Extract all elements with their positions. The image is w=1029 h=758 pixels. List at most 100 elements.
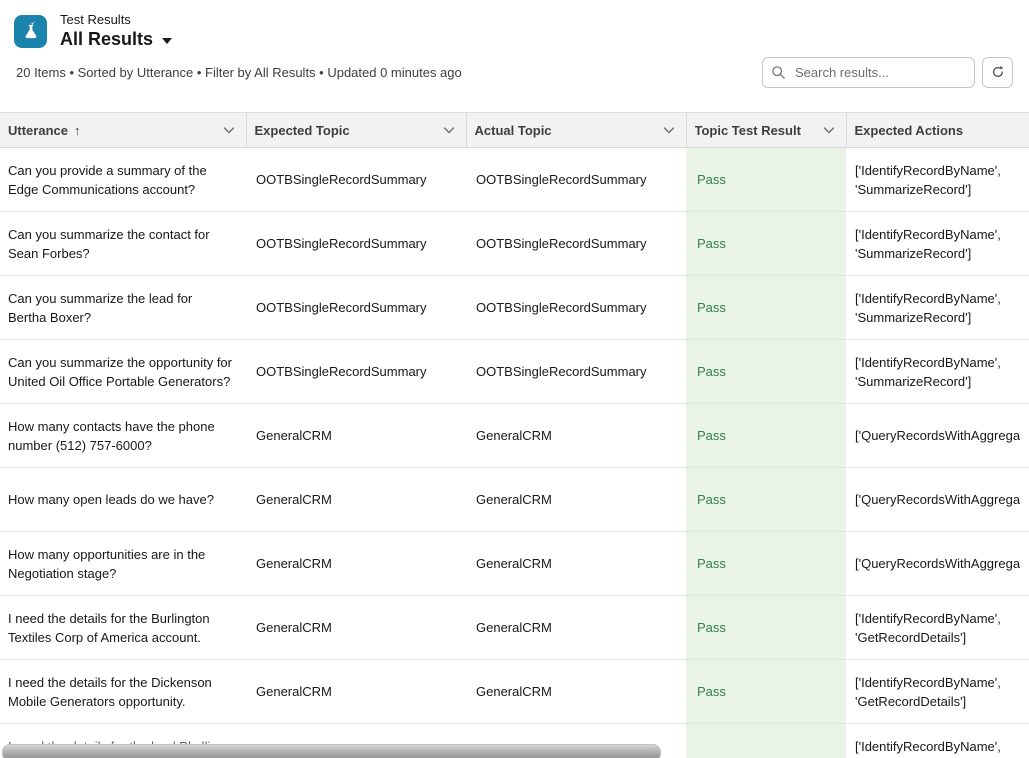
cell-utterance-text: How many opportunities are in the Negoti… (8, 547, 205, 581)
table-row: Can you provide a summary of the Edge Co… (0, 148, 1029, 212)
refresh-button[interactable] (982, 57, 1013, 88)
cell-utterance: Can you summarize the contact for Sean F… (0, 212, 246, 276)
search-input[interactable] (793, 64, 966, 81)
cell-expected-topic: OOTBSingleRecordSummary (246, 276, 466, 340)
chevron-down-icon[interactable] (442, 123, 456, 137)
page-header: Test Results All Results 20 Items • Sort… (0, 0, 1029, 101)
cell-expected-actions: ['IdentifyRecordByName', 'SummarizeRecor… (846, 212, 1029, 276)
cell-topic-test-result: Pass (686, 468, 846, 532)
view-selector[interactable]: All Results (60, 28, 172, 51)
search-box[interactable] (762, 57, 975, 88)
cell-topic-test-result-text: Pass (697, 364, 726, 379)
cell-topic-test-result-text: Pass (697, 300, 726, 315)
title-row: Test Results All Results (14, 12, 1013, 51)
refresh-icon (990, 64, 1006, 80)
cell-utterance: Can you provide a summary of the Edge Co… (0, 148, 246, 212)
column-label: Actual Topic (475, 123, 552, 138)
cell-utterance: How many open leads do we have? (0, 468, 246, 532)
cell-expected-topic: GeneralCRM (246, 596, 466, 660)
cell-utterance: How many opportunities are in the Negoti… (0, 532, 246, 596)
cell-topic-test-result: Pass (686, 404, 846, 468)
column-header-actual-topic[interactable]: Actual Topic (466, 113, 686, 148)
cell-actual-topic: OOTBSingleRecordSummary (466, 276, 686, 340)
chevron-down-icon[interactable] (662, 123, 676, 137)
cell-utterance: I need the details for the Dickenson Mob… (0, 660, 246, 724)
cell-expected-actions-text: ['IdentifyRecordByName', 'GetRecordDetai… (855, 611, 1001, 645)
column-label: Utterance (8, 123, 68, 138)
cell-utterance-text: How many contacts have the phone number … (8, 419, 215, 453)
cell-expected-topic-text: GeneralCRM (256, 492, 332, 507)
table-row: How many contacts have the phone number … (0, 404, 1029, 468)
cell-utterance: Can you summarize the lead for Bertha Bo… (0, 276, 246, 340)
cell-expected-topic: OOTBSingleRecordSummary (246, 212, 466, 276)
table-row: Can you summarize the contact for Sean F… (0, 212, 1029, 276)
object-label: Test Results (60, 12, 172, 28)
chevron-down-icon[interactable] (822, 123, 836, 137)
cell-expected-topic-text: OOTBSingleRecordSummary (256, 172, 427, 187)
cell-topic-test-result: Pass (686, 596, 846, 660)
horizontal-scrollbar[interactable] (2, 744, 661, 758)
cell-expected-actions-text: ['IdentifyRecordByName', 'SummarizeRecor… (855, 355, 1001, 389)
cell-expected-actions-text: ['IdentifyRecordByName', 'SummarizeRecor… (855, 163, 1001, 197)
cell-expected-topic-text: GeneralCRM (256, 556, 332, 571)
table-row: Can you summarize the opportunity for Un… (0, 340, 1029, 404)
cell-expected-actions: ['IdentifyRecordByName', 'GetRecordDetai… (846, 660, 1029, 724)
column-header-topic-test-result[interactable]: Topic Test Result (686, 113, 846, 148)
cell-expected-topic-text: GeneralCRM (256, 620, 332, 635)
cell-expected-topic-text: GeneralCRM (256, 684, 332, 699)
cell-expected-topic: GeneralCRM (246, 404, 466, 468)
cell-expected-actions: ['QueryRecordsWithAggrega (846, 532, 1029, 596)
cell-actual-topic: GeneralCRM (466, 660, 686, 724)
cell-expected-topic: OOTBSingleRecordSummary (246, 340, 466, 404)
search-icon (771, 65, 786, 80)
cell-actual-topic-text: OOTBSingleRecordSummary (476, 236, 647, 251)
cell-topic-test-result: Pass (686, 660, 846, 724)
cell-expected-actions: ['IdentifyRecordByName', 'GetRecordDetai… (846, 596, 1029, 660)
cell-actual-topic-text: GeneralCRM (476, 620, 552, 635)
cell-actual-topic-text: GeneralCRM (476, 556, 552, 571)
cell-expected-actions-text: ['IdentifyRecordByName', (855, 739, 1001, 754)
cell-actual-topic-text: GeneralCRM (476, 684, 552, 699)
view-label: All Results (60, 28, 153, 51)
column-label: Expected Topic (255, 123, 350, 138)
table-row: How many open leads do we have? GeneralCR… (0, 468, 1029, 532)
list-summary: 20 Items • Sorted by Utterance • Filter … (14, 65, 462, 80)
column-label: Topic Test Result (695, 123, 801, 138)
cell-expected-actions: ['IdentifyRecordByName', 'SummarizeRecor… (846, 276, 1029, 340)
cell-utterance-text: How many open leads do we have? (8, 492, 214, 507)
cell-utterance-text: I need the details for the Dickenson Mob… (8, 675, 212, 709)
cell-utterance: How many contacts have the phone number … (0, 404, 246, 468)
table-row: I need the details for the Burlington Te… (0, 596, 1029, 660)
cell-topic-test-result-text: Pass (697, 492, 726, 507)
column-header-expected-topic[interactable]: Expected Topic (246, 113, 466, 148)
cell-expected-topic-text: OOTBSingleRecordSummary (256, 236, 427, 251)
cell-topic-test-result: Pass (686, 212, 846, 276)
cell-actual-topic: GeneralCRM (466, 404, 686, 468)
cell-expected-actions-text: ['IdentifyRecordByName', 'SummarizeRecor… (855, 291, 1001, 325)
table-row: Can you summarize the lead for Bertha Bo… (0, 276, 1029, 340)
meta-row: 20 Items • Sorted by Utterance • Filter … (14, 57, 1013, 101)
table-row: How many opportunities are in the Negoti… (0, 532, 1029, 596)
cell-topic-test-result-text: Pass (697, 620, 726, 635)
test-results-page: Test Results All Results 20 Items • Sort… (0, 0, 1029, 758)
chevron-down-icon[interactable] (222, 123, 236, 137)
cell-utterance: Can you summarize the opportunity for Un… (0, 340, 246, 404)
cell-topic-test-result-text: Pass (697, 428, 726, 443)
cell-utterance-text: Can you summarize the lead for Bertha Bo… (8, 291, 192, 325)
cell-expected-actions: ['QueryRecordsWithAggrega (846, 468, 1029, 532)
cell-expected-actions: ['IdentifyRecordByName', 'SummarizeRecor… (846, 340, 1029, 404)
cell-topic-test-result: Pass (686, 276, 846, 340)
cell-actual-topic-text: OOTBSingleRecordSummary (476, 172, 647, 187)
cell-expected-topic: GeneralCRM (246, 468, 466, 532)
cell-expected-actions: ['IdentifyRecordByName', 'SummarizeRecor… (846, 148, 1029, 212)
cell-expected-topic-text: OOTBSingleRecordSummary (256, 300, 427, 315)
cell-expected-actions-text: ['QueryRecordsWithAggrega (855, 492, 1020, 507)
column-header-utterance[interactable]: Utterance↑ (0, 113, 246, 148)
cell-topic-test-result: Pass (686, 148, 846, 212)
cell-actual-topic: OOTBSingleRecordSummary (466, 340, 686, 404)
cell-actual-topic: GeneralCRM (466, 532, 686, 596)
column-header-expected-actions[interactable]: Expected Actions (846, 113, 1029, 148)
cell-utterance: I need the details for the Burlington Te… (0, 596, 246, 660)
results-table: Utterance↑ Expected Topic Actual Topic Topi… (0, 112, 1029, 758)
cell-utterance-text: I need the details for the Burlington Te… (8, 611, 210, 645)
